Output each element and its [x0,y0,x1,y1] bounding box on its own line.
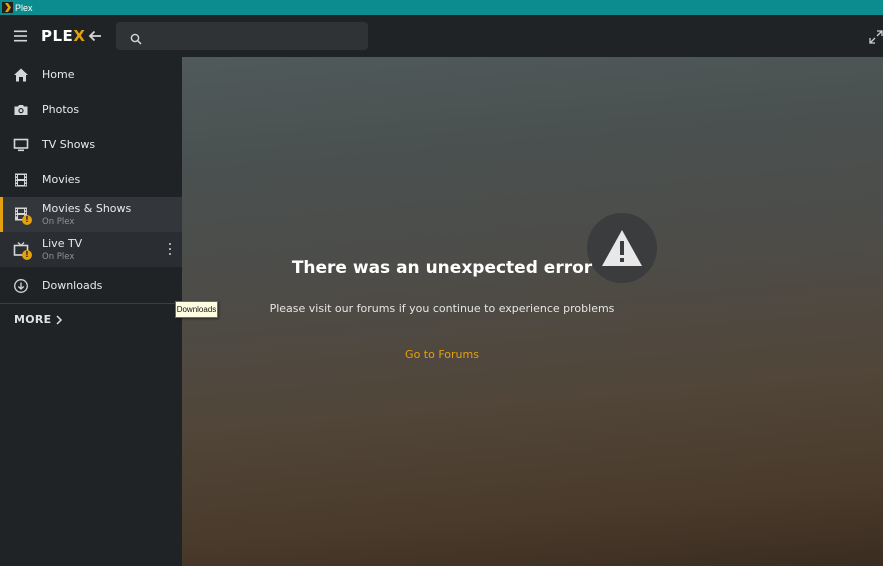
top-bar: PLEX [0,15,883,57]
window-title: Plex [15,2,33,13]
sidebar-item-label: TV Shows [42,138,96,151]
sidebar-item-movies[interactable]: Movies [0,162,182,197]
logo-accent: X [73,27,86,45]
sidebar-item-label: Downloads [42,279,103,292]
more-button[interactable]: MORE [14,313,63,326]
plex-logo[interactable]: PLEX [41,27,85,45]
sidebar-item-sublabel: On Plex [42,217,75,227]
search-icon [130,30,142,45]
sidebar-item-sublabel: On Plex [42,252,75,262]
search-bar[interactable] [116,22,368,50]
sidebar-item-movies-and-shows[interactable]: ! Movies & Shows On Plex [0,197,182,232]
back-arrow-icon[interactable] [86,27,104,45]
error-message: Please visit our forums if you continue … [269,302,615,315]
camera-icon [12,101,30,119]
sidebar-item-home[interactable]: Home [0,57,182,92]
hamburger-menu-icon[interactable] [12,27,30,45]
sidebar-item-tv-shows[interactable]: TV Shows [0,127,182,162]
sidebar-item-photos[interactable]: Photos [0,92,182,127]
search-input[interactable] [150,26,360,46]
logo-text: PLE [41,27,74,45]
fullscreen-icon[interactable] [869,29,883,44]
sidebar-item-label: Movies & Shows [42,202,132,215]
sidebar-item-label: Live TV [42,237,83,250]
tv-warning-icon: ! [12,240,32,260]
sidebar: Home Photos TV Shows Movies ! Movies & S… [0,57,182,566]
sidebar-item-downloads[interactable]: Downloads [0,268,182,303]
monitor-icon [12,136,30,154]
warning-badge: ! [22,215,32,225]
sidebar-item-label: Home [42,68,75,81]
window-titlebar: Plex [0,0,883,15]
sidebar-divider [0,303,182,304]
more-options-icon[interactable] [163,242,177,256]
go-to-forums-link[interactable]: Go to Forums [182,348,702,361]
more-label: MORE [14,313,52,326]
film-warning-icon: ! [12,205,32,225]
film-icon [12,171,30,189]
error-title: There was an unexpected error [291,258,593,278]
download-icon [12,277,30,295]
sidebar-item-live-tv[interactable]: ! Live TV On Plex [0,232,182,267]
tooltip: Downloads [175,301,218,318]
sidebar-item-label: Movies [42,173,81,186]
plex-chevron-icon [2,2,13,13]
chevron-right-icon [56,314,63,325]
warning-badge: ! [22,250,32,260]
sidebar-item-label: Photos [42,103,80,116]
home-icon [12,66,30,84]
